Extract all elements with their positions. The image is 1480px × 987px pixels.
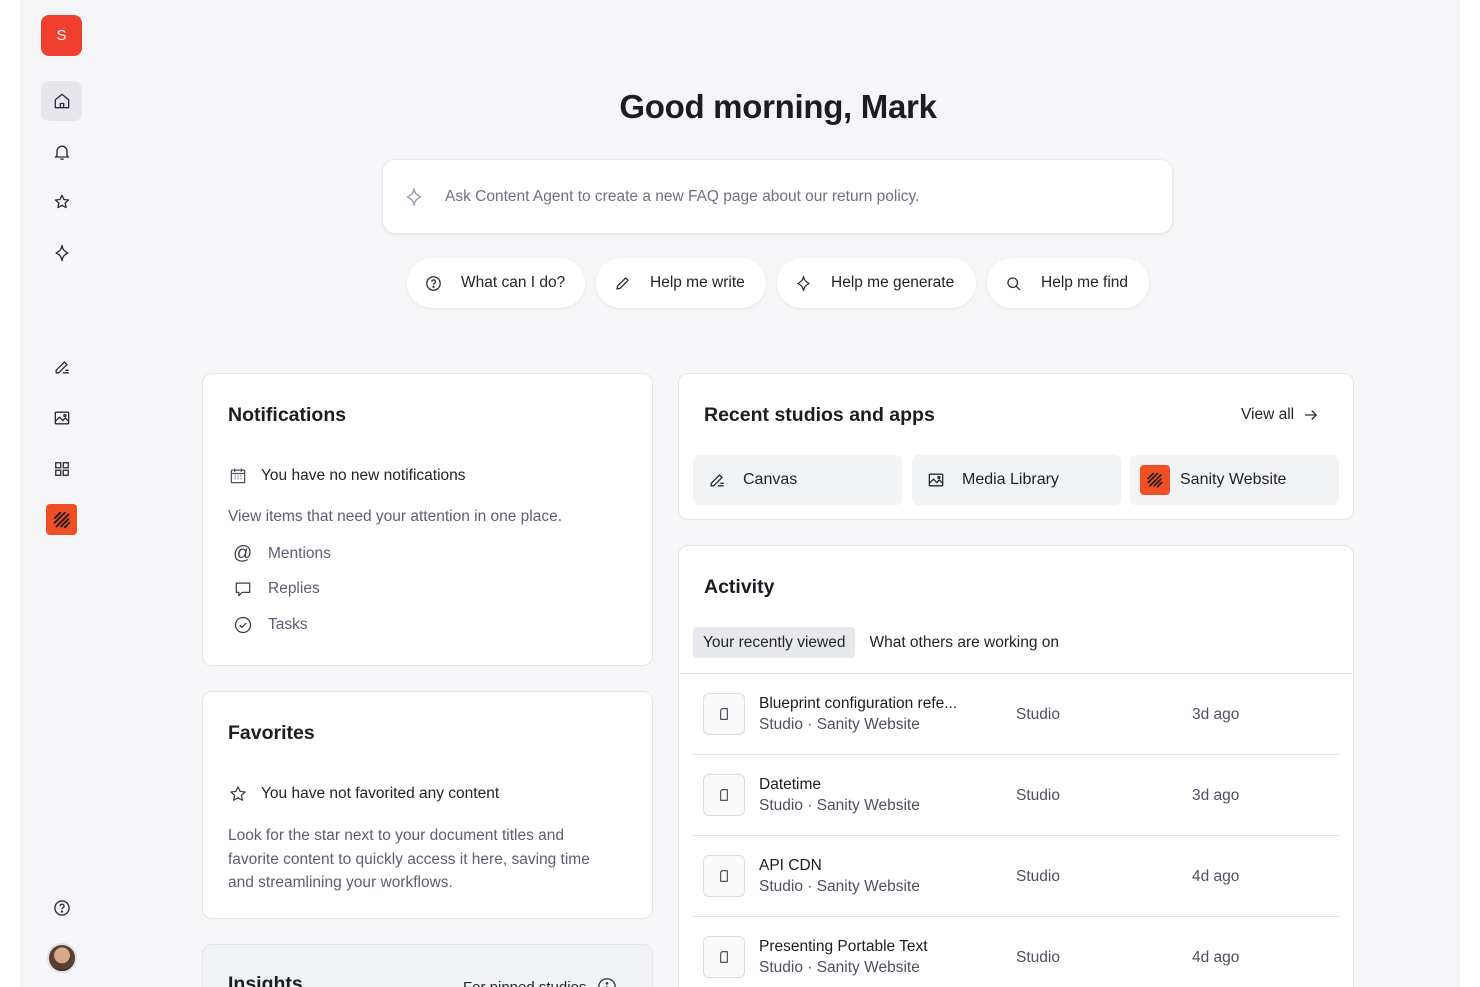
org-logo[interactable]: S	[41, 15, 82, 56]
help-circle-icon	[419, 269, 447, 297]
help-icon	[53, 900, 70, 916]
app-tile-media-library[interactable]: Media Library	[912, 455, 1121, 505]
activity-title: Activity	[704, 576, 775, 598]
pencil-icon	[608, 269, 636, 297]
recent-studios-title: Recent studios and apps	[704, 404, 935, 426]
canvas-icon	[55, 361, 69, 374]
sanity-website-icon	[1140, 465, 1170, 495]
chip-help-me-generate[interactable]: Help me generate	[777, 258, 976, 308]
favorites-title: Favorites	[228, 722, 315, 744]
canvas-button[interactable]	[41, 347, 82, 387]
notifications-button[interactable]	[41, 132, 82, 172]
star-icon	[54, 194, 69, 209]
insights-filter[interactable]: For pinned studios	[463, 976, 618, 987]
content-agent-input[interactable]	[445, 187, 1125, 206]
sparkle-icon	[789, 269, 817, 297]
notifications-empty-state: You have no new notifications	[228, 466, 466, 486]
document-icon	[703, 693, 745, 735]
agent-button[interactable]	[41, 233, 82, 273]
favorites-card: Favorites You have not favorited any con…	[202, 691, 653, 919]
view-all-link[interactable]: View all	[1241, 406, 1320, 424]
activity-tabs: Your recently viewed What others are wor…	[693, 627, 1069, 658]
notifications-description: View items that need your attention in o…	[228, 508, 563, 525]
search-icon	[999, 269, 1027, 297]
apps-grid-button[interactable]	[41, 449, 82, 489]
home-button[interactable]	[41, 81, 82, 121]
at-sign-icon: @	[233, 543, 253, 564]
activity-row[interactable]: Blueprint configuration refe... Studio ·…	[693, 674, 1339, 755]
activity-row[interactable]: Datetime Studio · Sanity Website Studio …	[693, 755, 1339, 836]
bell-icon	[53, 145, 70, 160]
check-circle-icon	[234, 616, 252, 634]
chip-what-can-i-do[interactable]: What can I do?	[407, 258, 585, 308]
chip-help-me-write[interactable]: Help me write	[596, 258, 766, 308]
recent-studios-card: Recent studios and apps View all Canvas …	[678, 373, 1354, 520]
notifications-title: Notifications	[228, 404, 347, 426]
notifications-card: Notifications You have no new notificati…	[202, 373, 653, 666]
mentions-link[interactable]: @ Mentions	[233, 543, 331, 565]
app-tile-canvas[interactable]: Canvas	[693, 455, 902, 505]
info-icon	[598, 978, 617, 987]
content-agent-prompt[interactable]	[383, 160, 1172, 233]
comment-icon	[235, 582, 251, 597]
chip-help-me-find[interactable]: Help me find	[987, 258, 1149, 308]
media-library-button[interactable]	[41, 398, 82, 438]
tab-recently-viewed[interactable]: Your recently viewed	[693, 627, 856, 658]
page-title: Good morning, Mark	[619, 88, 937, 125]
document-icon	[703, 774, 745, 816]
insights-card: Insights For pinned studios	[202, 944, 653, 987]
replies-link[interactable]: Replies	[233, 579, 320, 599]
activity-row[interactable]: Presenting Portable Text Studio · Sanity…	[693, 917, 1339, 987]
canvas-icon	[710, 474, 724, 487]
activity-card: Activity Your recently viewed What other…	[678, 545, 1354, 987]
arrow-right-icon	[1305, 410, 1318, 420]
sanity-website-icon	[53, 511, 70, 528]
grid-icon	[54, 462, 69, 476]
sanity-website-button[interactable]	[46, 504, 77, 535]
media-library-icon	[54, 411, 69, 425]
star-icon	[230, 786, 246, 801]
user-avatar[interactable]	[47, 943, 77, 973]
sidebar: S	[20, 0, 104, 987]
favorites-description: Look for the star next to your document …	[228, 827, 590, 891]
activity-row[interactable]: API CDN Studio · Sanity Website Studio 4…	[693, 836, 1339, 917]
tab-others-working-on[interactable]: What others are working on	[859, 627, 1069, 658]
document-icon	[703, 936, 745, 978]
media-library-icon	[928, 473, 944, 487]
document-icon	[703, 855, 745, 897]
favorites-empty-state: You have not favorited any content	[228, 784, 499, 804]
app-tile-sanity-website[interactable]: Sanity Website	[1130, 455, 1339, 505]
favorites-button[interactable]	[41, 182, 82, 222]
tasks-link[interactable]: Tasks	[233, 615, 308, 635]
sparkle-icon	[55, 244, 68, 262]
sparkle-icon	[406, 187, 422, 206]
home-icon	[54, 93, 69, 109]
help-button[interactable]	[41, 888, 82, 928]
calendar-icon	[230, 468, 246, 484]
insights-title: Insights	[228, 973, 303, 987]
